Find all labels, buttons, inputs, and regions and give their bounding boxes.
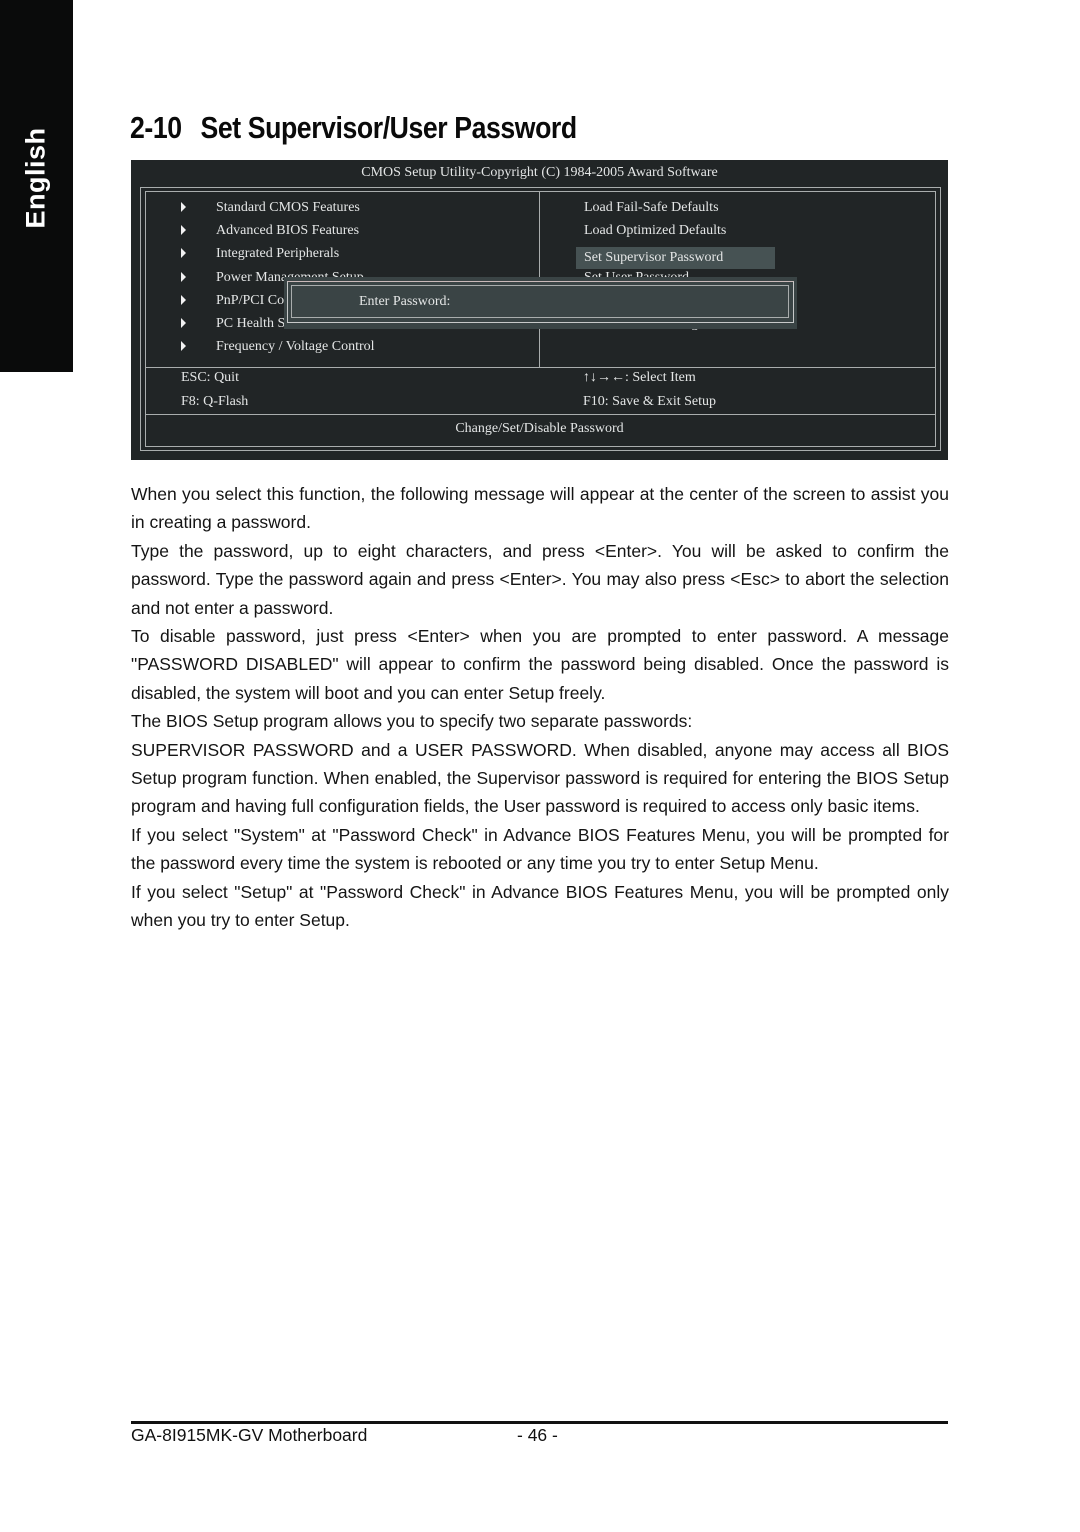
bios-key-esc: ESC: Quit — [181, 370, 239, 385]
bios-key-f8: F8: Q-Flash — [181, 394, 249, 409]
password-prompt: Enter Password: — [359, 294, 451, 309]
triangle-right-icon — [181, 294, 186, 305]
paragraph: To disable password, just press <Enter> … — [131, 626, 949, 703]
bios-screenshot: CMOS Setup Utility-Copyright (C) 1984-20… — [131, 160, 948, 460]
paragraph: If you select "Setup" at "Password Check… — [131, 881, 949, 931]
bios-menu-label: Standard CMOS Features — [216, 200, 360, 215]
bios-status-line: Change/Set/Disable Password — [455, 421, 624, 436]
section-number: 2-10 — [130, 110, 182, 145]
paragraph: When you select this function, the follo… — [131, 484, 949, 533]
bios-menu-item-frequency-voltage[interactable]: Frequency / Voltage Control — [181, 337, 375, 357]
bios-menu-item-set-supervisor-password[interactable]: Set Supervisor Password — [576, 247, 775, 269]
password-dialog: Enter Password: — [284, 277, 797, 329]
bios-menu-item-advanced-bios[interactable]: Advanced BIOS Features — [181, 221, 359, 241]
bios-menu-divider — [145, 367, 935, 368]
triangle-right-icon — [181, 224, 186, 235]
bios-key-arrows: ↑↓→←: Select Item — [583, 370, 696, 385]
bios-title: CMOS Setup Utility-Copyright (C) 1984-20… — [361, 165, 718, 180]
footer-divider — [131, 1421, 948, 1424]
bios-key-f10: F10: Save & Exit Setup — [583, 394, 716, 409]
page-number: - 46 - — [517, 1425, 558, 1445]
triangle-right-icon — [181, 271, 186, 282]
bios-menu-label: Frequency / Voltage Control — [216, 339, 375, 354]
language-label: English — [20, 127, 51, 229]
footer-product: GA-8I915MK-GV Motherboard — [131, 1425, 368, 1445]
body-text: When you select this function, the follo… — [131, 480, 949, 935]
paragraph: The BIOS Setup program allows you to spe… — [131, 711, 693, 732]
section-title-text: Set Supervisor/User Password — [200, 110, 578, 145]
triangle-right-icon — [181, 340, 186, 351]
paragraph: SUPERVISOR PASSWORD and a USER PASSWORD.… — [131, 739, 949, 817]
section-title: 2-10 Set Supervisor/User Password — [130, 110, 577, 146]
triangle-right-icon — [181, 247, 186, 258]
bios-menu-item-integrated-peripherals[interactable]: Integrated Peripherals — [181, 244, 339, 264]
triangle-right-icon — [181, 317, 186, 328]
bios-menu-label: Integrated Peripherals — [216, 246, 340, 261]
language-tab: English — [0, 0, 73, 372]
triangle-right-icon — [181, 201, 186, 212]
bios-menu-item-load-failsafe[interactable]: Load Fail-Safe Defaults — [584, 198, 719, 218]
paragraph: If you select "System" at "Password Chec… — [131, 824, 949, 874]
paragraph: Type the password, up to eight character… — [131, 540, 949, 618]
bios-keys-divider — [145, 414, 935, 415]
bios-menu-item-load-optimized[interactable]: Load Optimized Defaults — [584, 221, 726, 241]
bios-menu-label: Advanced BIOS Features — [216, 223, 360, 238]
bios-menu-item-standard-cmos[interactable]: Standard CMOS Features — [181, 198, 360, 218]
